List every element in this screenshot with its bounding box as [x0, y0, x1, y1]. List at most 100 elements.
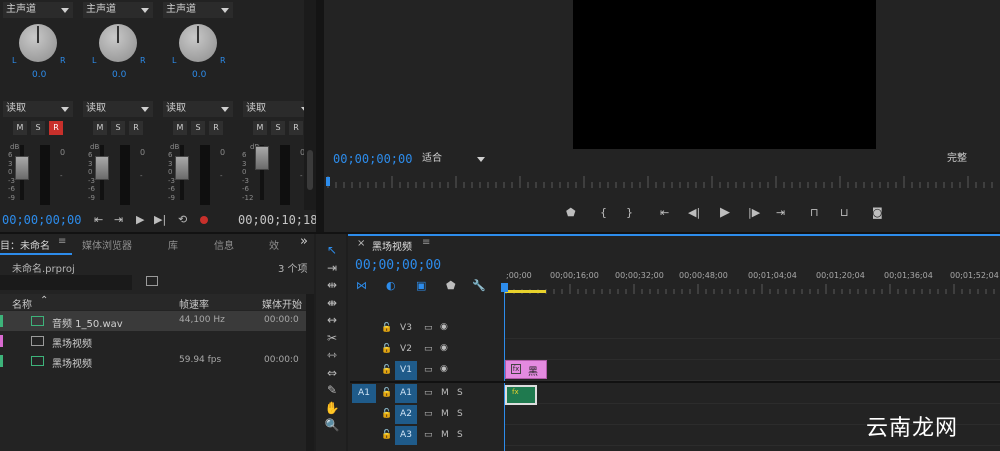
eye-icon[interactable]: ◉	[440, 343, 448, 353]
automation-mode-dropdown[interactable]: 读取	[83, 101, 153, 117]
go-to-in-icon[interactable]: ⇤	[94, 213, 103, 226]
sync-lock-icon[interactable]: ▭	[424, 323, 433, 333]
record-button[interactable]: R	[49, 121, 63, 135]
solo-button[interactable]: S	[111, 121, 125, 135]
pan-knob[interactable]	[179, 24, 217, 62]
export-frame-icon[interactable]: ◙	[872, 206, 883, 219]
lock-icon[interactable]: 🔓	[381, 409, 392, 419]
slide-icon[interactable]: ⇔	[322, 366, 342, 384]
mute-track-button[interactable]: M	[441, 409, 449, 419]
go-to-in-icon[interactable]: ⇤	[660, 206, 669, 219]
automation-mode-dropdown[interactable]: 读取	[3, 101, 73, 117]
track-target[interactable]: A3	[395, 426, 417, 445]
project-item-row[interactable]: 黑场视频 59.94 fps 00:00:0	[0, 351, 306, 371]
mute-button[interactable]: M	[93, 121, 107, 135]
play-icon[interactable]: ▶	[720, 205, 730, 220]
work-area-bar[interactable]	[504, 290, 546, 293]
route-dropdown[interactable]: 主声道	[83, 2, 153, 18]
track-lane[interactable]	[505, 384, 1000, 404]
mixer-scrollbar[interactable]	[304, 0, 316, 210]
track-target[interactable]: V2	[395, 340, 417, 359]
source-patch-a1[interactable]: A1	[352, 384, 376, 403]
sequence-tab[interactable]: 黑场视频	[372, 238, 412, 253]
extract-icon[interactable]: ⊔	[840, 206, 849, 219]
play-in-to-out-icon[interactable]: ▶|	[154, 213, 166, 226]
mixer-current-timecode[interactable]: 00;00;00;00	[2, 213, 81, 227]
pan-knob[interactable]	[19, 24, 57, 62]
project-scrollbar[interactable]	[306, 294, 314, 451]
playhead-icon[interactable]	[326, 177, 330, 186]
project-item-row[interactable]: 黑场视频	[0, 331, 306, 351]
playhead-icon[interactable]	[501, 283, 508, 292]
add-marker-icon[interactable]: ⬟	[566, 206, 576, 219]
track-select-icon[interactable]: ⇥	[322, 261, 342, 279]
track-target[interactable]: A1	[395, 384, 417, 403]
mark-out-icon[interactable]: }	[626, 206, 633, 219]
mute-track-button[interactable]: M	[441, 388, 449, 398]
automation-mode-dropdown[interactable]: 读取	[163, 101, 233, 117]
pen-icon[interactable]: ✎	[322, 383, 342, 401]
track-target[interactable]: A2	[395, 405, 417, 424]
solo-track-button[interactable]: S	[457, 430, 463, 440]
hand-icon[interactable]: ✋	[322, 401, 342, 419]
lock-icon[interactable]: 🔓	[381, 388, 392, 398]
track-lane[interactable]	[505, 340, 1000, 360]
column-media-start[interactable]: 媒体开始	[262, 296, 302, 311]
rolling-edit-icon[interactable]: ⇼	[322, 296, 342, 314]
solo-button[interactable]: S	[191, 121, 205, 135]
go-to-out-icon[interactable]: ⇥	[776, 206, 785, 219]
track-target[interactable]: V1	[395, 361, 417, 380]
new-bin-icon[interactable]	[146, 276, 158, 286]
hamburger-icon[interactable]: ≡	[58, 236, 66, 247]
sync-lock-icon[interactable]: ▭	[424, 344, 433, 354]
sort-ascending-icon[interactable]: ⌃	[40, 295, 48, 306]
fit-dropdown[interactable]: 适合	[419, 151, 489, 167]
sync-lock-icon[interactable]: ▭	[424, 430, 433, 440]
lock-icon[interactable]: 🔓	[381, 365, 392, 375]
rate-stretch-icon[interactable]: ↔	[322, 313, 342, 331]
pan-value[interactable]: 0.0	[32, 70, 46, 80]
solo-track-button[interactable]: S	[457, 388, 463, 398]
quality-dropdown[interactable]: 完整	[944, 151, 1000, 167]
project-item-row[interactable]: 音频 1_50.wav 44,100 Hz 00:00:0	[0, 311, 306, 331]
lift-icon[interactable]: ⊓	[810, 206, 819, 219]
project-tab[interactable]: 媒体浏览器	[82, 237, 132, 252]
record-button[interactable]: R	[289, 121, 303, 135]
eye-icon[interactable]: ◉	[440, 364, 448, 374]
track-lane[interactable]	[505, 319, 1000, 339]
go-to-out-icon[interactable]: ⇥	[114, 213, 123, 226]
timeline-ruler[interactable]: ;00;00 00;00;16;00 00;00;32;00 00;00;48;00 0…	[504, 268, 1000, 296]
lock-icon[interactable]: 🔓	[381, 323, 392, 333]
route-dropdown[interactable]: 主声道	[163, 2, 233, 18]
eye-icon[interactable]: ◉	[440, 322, 448, 332]
record-button[interactable]: R	[129, 121, 143, 135]
overflow-icon[interactable]: »	[300, 234, 308, 249]
mute-button[interactable]: M	[13, 121, 27, 135]
volume-fader[interactable]	[255, 146, 269, 170]
ripple-edit-icon[interactable]: ⇹	[322, 278, 342, 296]
project-item-name[interactable]: 黑场视频	[52, 355, 92, 370]
lock-icon[interactable]: 🔓	[381, 430, 392, 440]
project-tab[interactable]: 信息	[214, 237, 234, 252]
volume-fader[interactable]	[95, 156, 109, 180]
pan-value[interactable]: 0.0	[192, 70, 206, 80]
project-item-name[interactable]: 黑场视频	[52, 335, 92, 350]
column-name[interactable]: 名称	[12, 296, 32, 311]
lock-icon[interactable]: 🔓	[381, 344, 392, 354]
program-timecode[interactable]: 00;00;00;00	[333, 152, 412, 166]
program-time-ruler[interactable]	[324, 174, 1000, 188]
pan-knob[interactable]	[99, 24, 137, 62]
column-frame-rate[interactable]: 帧速率	[179, 296, 209, 311]
automation-mode-dropdown[interactable]: 读取	[243, 101, 313, 117]
project-tab[interactable]: 库	[168, 237, 178, 252]
project-tab[interactable]: 效	[269, 237, 279, 252]
marker-icon[interactable]: ⬟	[446, 279, 456, 292]
mute-button[interactable]: M	[173, 121, 187, 135]
mark-in-icon[interactable]: {	[600, 206, 607, 219]
sync-lock-icon[interactable]: ▭	[424, 409, 433, 419]
video-clip[interactable]: fx 黑场	[505, 360, 547, 379]
play-icon[interactable]: ▶	[136, 213, 144, 226]
record-icon[interactable]	[200, 216, 208, 224]
timeline-timecode[interactable]: 00;00;00;00	[355, 258, 441, 273]
step-forward-icon[interactable]: |▶	[748, 206, 760, 219]
